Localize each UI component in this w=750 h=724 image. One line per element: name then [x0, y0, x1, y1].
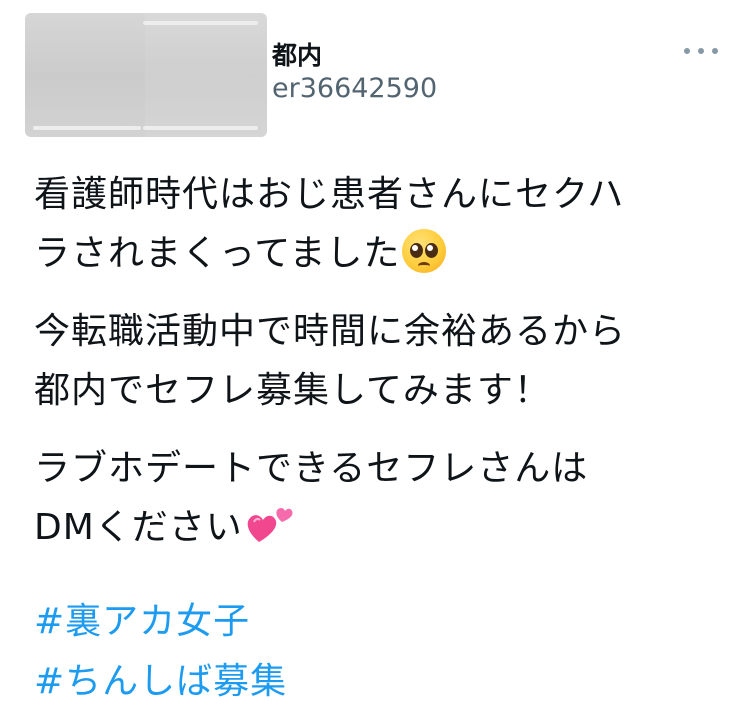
avatar[interactable]: [25, 13, 267, 137]
more-dot: [712, 48, 718, 54]
user-handle[interactable]: er36642590: [272, 73, 437, 104]
pleading-face-icon: [402, 229, 447, 273]
display-name[interactable]: 都内: [272, 36, 322, 72]
tweet-text: 看護師時代はおじ患者さんにセクハ ラされまくってました 今転職活動中で時間に余裕…: [34, 165, 724, 576]
tweet-paragraph: 看護師時代はおじ患者さんにセクハ ラされまくってました: [34, 165, 724, 283]
tweet-paragraph: ラブホデートできるセフレさんは DMください: [34, 439, 724, 557]
hashtag-link[interactable]: #ちんしば募集: [34, 652, 287, 712]
hashtags: #裏アカ女子 #ちんしば募集: [34, 592, 287, 712]
avatar-blur-line: [143, 126, 258, 130]
avatar-blur-line: [33, 126, 141, 130]
more-dot: [698, 48, 704, 54]
tweet-paragraph-text: 看護師時代はおじ患者さんにセクハ ラされまくってました: [34, 174, 625, 274]
more-options-icon[interactable]: [684, 44, 718, 58]
avatar-blur-shade: [145, 13, 267, 137]
more-dot: [684, 48, 690, 54]
tweet-paragraph-text: ラブホデートできるセフレさんは DMください: [34, 448, 589, 548]
avatar-blur-line: [143, 21, 258, 25]
hashtag-link[interactable]: #裏アカ女子: [34, 592, 287, 652]
two-hearts-icon: [247, 507, 293, 542]
tweet-paragraph: 今転職活動中で時間に余裕あるから 都内でセフレ募集してみます！: [34, 311, 627, 411]
